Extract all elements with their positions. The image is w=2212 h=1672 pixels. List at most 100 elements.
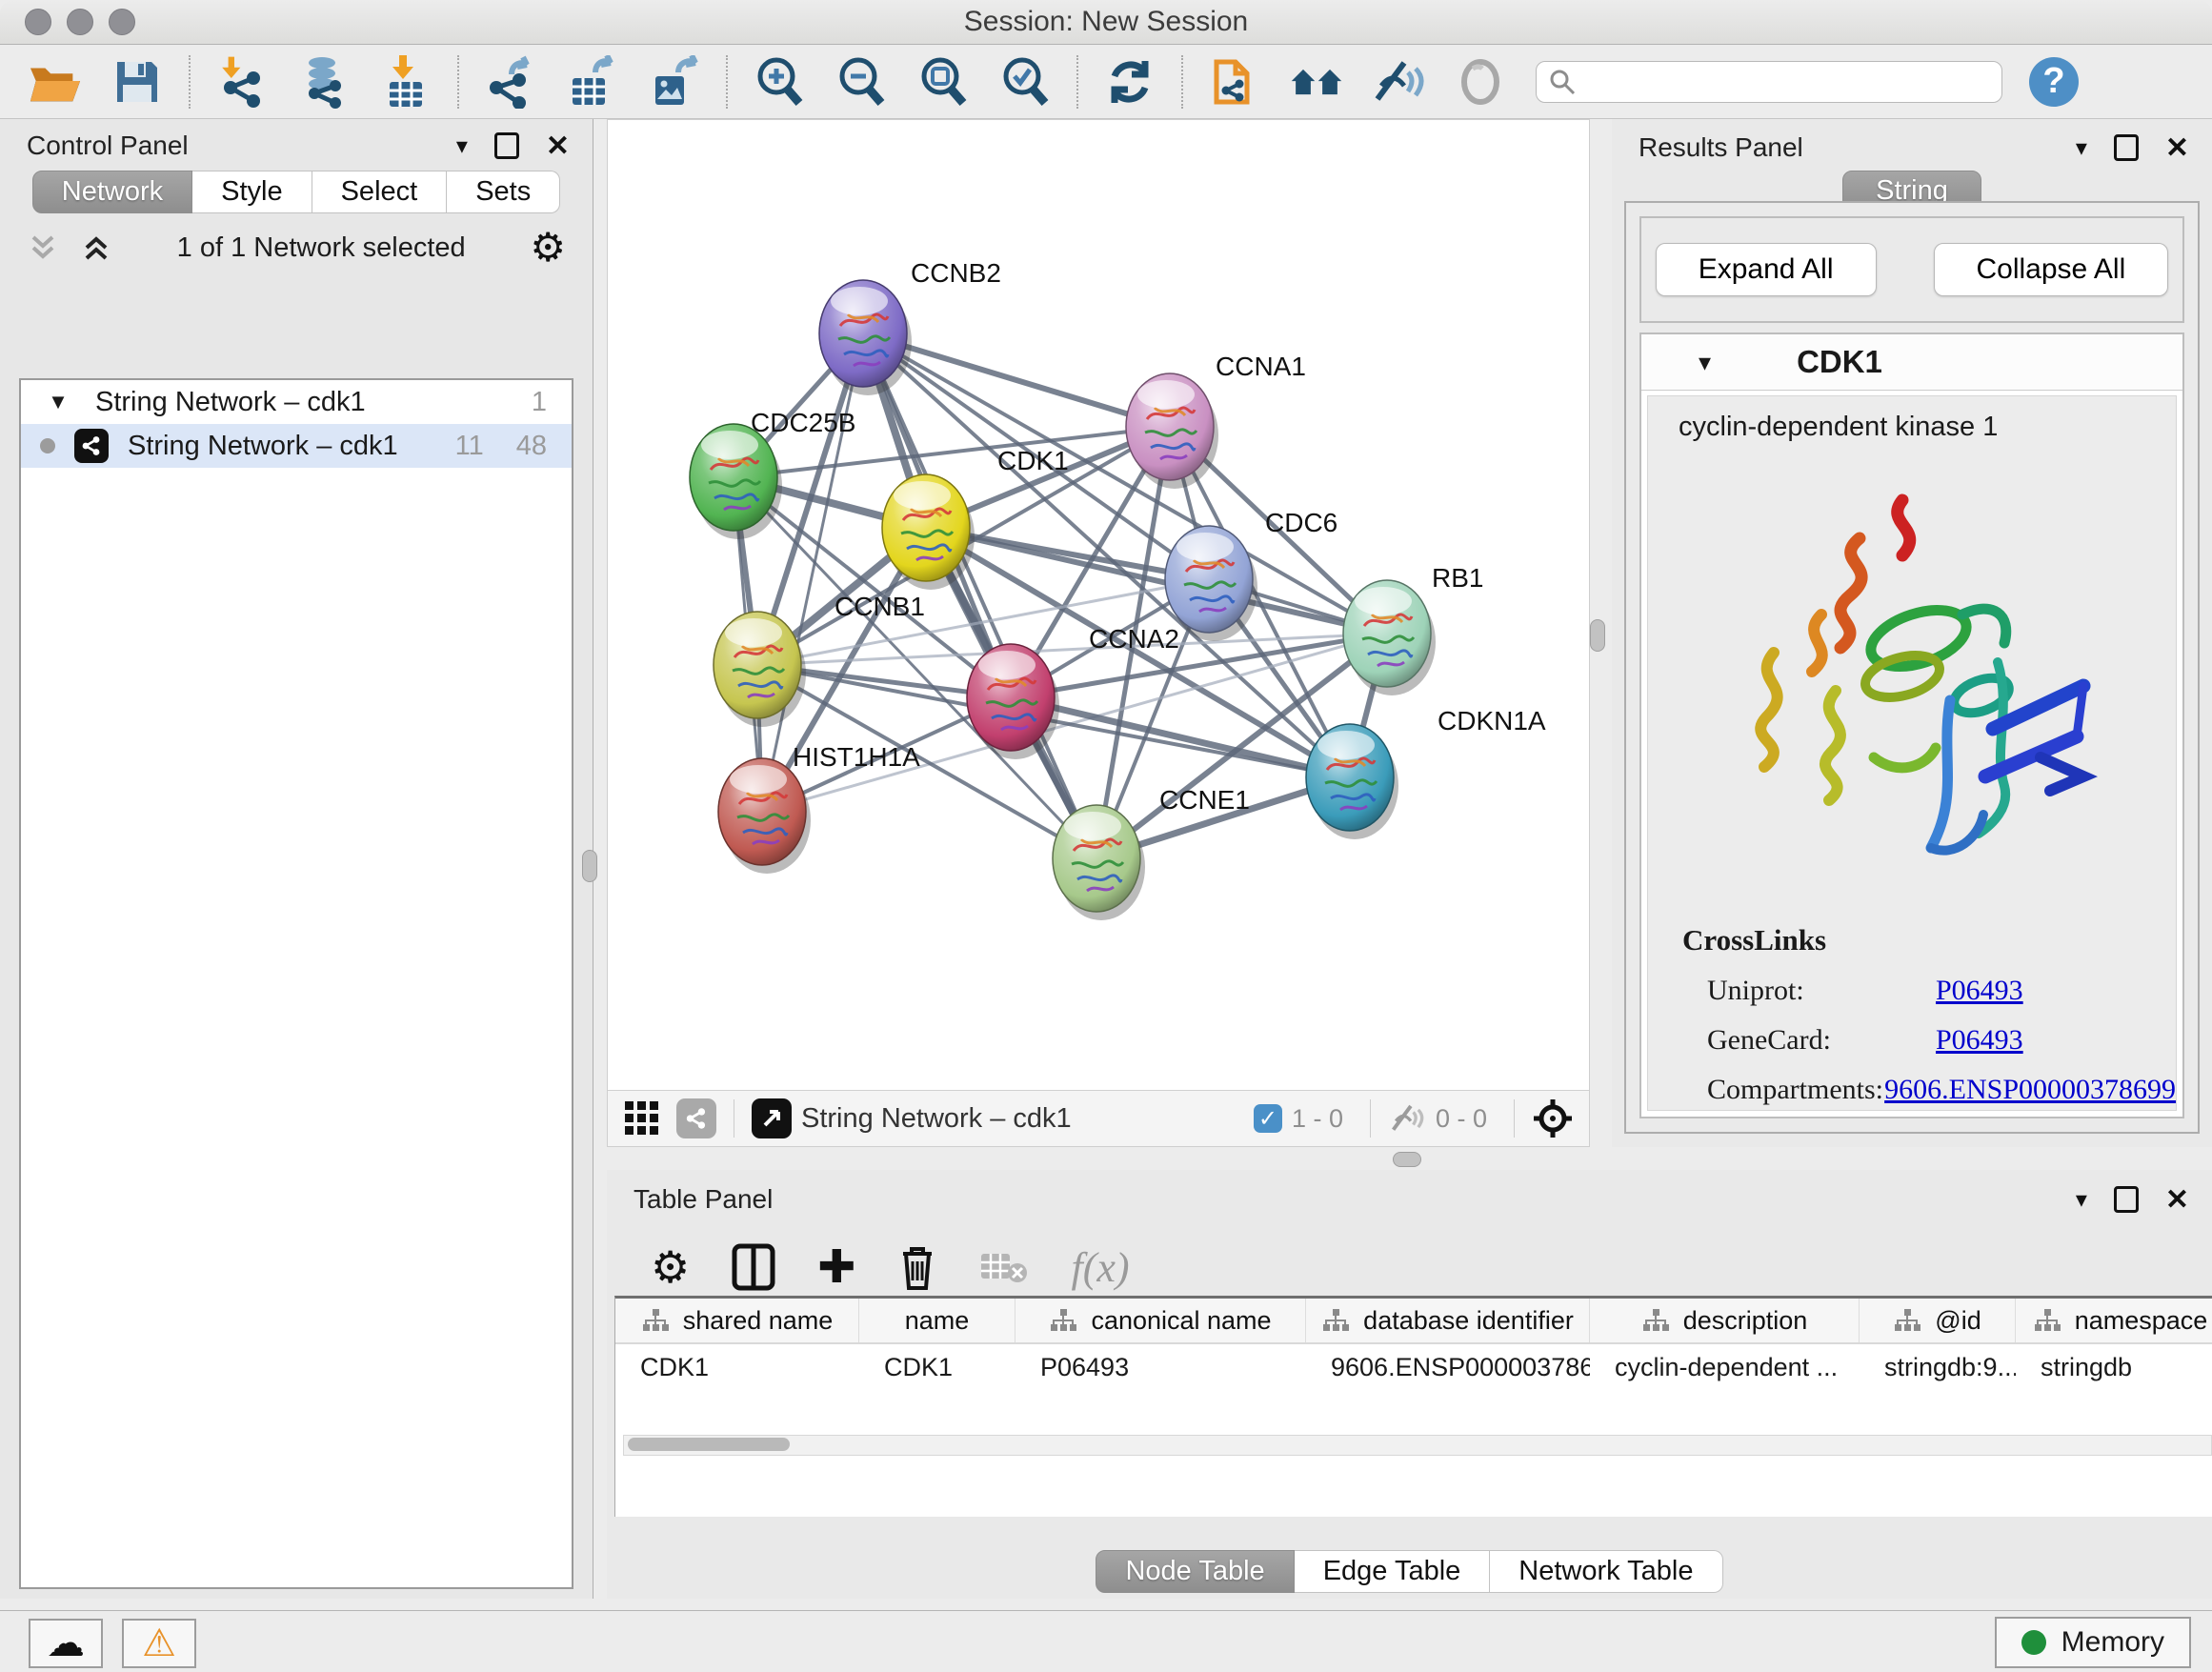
warnings-button[interactable]: ⚠	[122, 1619, 196, 1668]
protein-structure-image	[1707, 472, 2117, 891]
zoom-fit-button[interactable]	[916, 55, 970, 109]
network-row[interactable]: String Network – cdk1 11 48	[21, 424, 572, 468]
edge-CCNB2-HIST1H1A[interactable]	[762, 333, 863, 812]
column-header-shared-name[interactable]: shared name	[615, 1299, 859, 1342]
export-network-button[interactable]	[484, 55, 537, 109]
table-cell[interactable]: cyclin-dependent ...	[1590, 1353, 1860, 1382]
close-panel-icon[interactable]: ✕	[2165, 131, 2189, 165]
cloud-status-button[interactable]: ☁	[29, 1619, 103, 1668]
table-row[interactable]: CDK1CDK1P064939606.ENSP00000378699cyclin…	[615, 1344, 2212, 1390]
horizontal-scrollbar[interactable]	[623, 1435, 2212, 1456]
network-graph[interactable]: CCNB2CCNA1CDC25BCDK1CDC6RB1CCNB1CCNA2CDK…	[608, 120, 1589, 1091]
show-details-button[interactable]	[1454, 55, 1507, 109]
undock-panel-icon[interactable]	[2114, 1186, 2139, 1213]
memory-button[interactable]: Memory	[1995, 1617, 2191, 1668]
crosslink-link[interactable]: P06493	[1936, 975, 2023, 1007]
tab-sets[interactable]: Sets	[447, 171, 560, 213]
entry-expander-icon[interactable]: ▾	[1699, 348, 1711, 377]
right-splitter-handle[interactable]	[1590, 619, 1605, 652]
current-network-dot-icon	[21, 437, 74, 454]
hide-details-button[interactable]	[1372, 55, 1425, 109]
import-table-icon	[382, 55, 430, 109]
crosslink-link[interactable]: P06493	[1936, 1024, 2023, 1057]
zoom-in-button[interactable]	[753, 55, 806, 109]
tab-style[interactable]: Style	[192, 171, 312, 213]
export-table-button[interactable]	[566, 55, 619, 109]
column-header-description[interactable]: description	[1590, 1299, 1860, 1342]
show-columns-icon[interactable]	[732, 1242, 775, 1292]
delete-column-icon[interactable]	[897, 1242, 937, 1292]
tab-edge-table[interactable]: Edge Table	[1295, 1550, 1491, 1593]
column-header-canonical-name[interactable]: canonical name	[1016, 1299, 1306, 1342]
node-RB1[interactable]: RB1	[1343, 563, 1483, 695]
column-header-name[interactable]: name	[859, 1299, 1016, 1342]
table-cell[interactable]: stringdb	[2016, 1353, 2212, 1382]
tab-select[interactable]: Select	[312, 171, 448, 213]
import-network-button[interactable]	[215, 55, 269, 109]
hidden-eye-slash-icon	[1388, 1102, 1426, 1135]
node-HIST1H1A[interactable]: HIST1H1A	[718, 742, 920, 874]
table-cell[interactable]: stringdb:9...	[1860, 1353, 2016, 1382]
network-canvas[interactable]: CCNB2CCNA1CDC25BCDK1CDC6RB1CCNB1CCNA2CDK…	[607, 119, 1590, 1147]
export-image-button[interactable]	[648, 55, 701, 109]
grid-view-icon[interactable]	[623, 1099, 661, 1138]
string-view-icon[interactable]	[676, 1098, 716, 1138]
apply-style-button[interactable]	[1103, 55, 1156, 109]
network-collection-row[interactable]: ▼ String Network – cdk1 1	[21, 380, 572, 424]
create-column-icon[interactable]: ✚	[817, 1240, 855, 1294]
collapse-all-button[interactable]: Collapse All	[1934, 243, 2169, 296]
left-splitter-handle[interactable]	[582, 850, 597, 882]
results-panel-title: Results Panel	[1639, 132, 1803, 163]
open-session-button[interactable]	[29, 55, 82, 109]
toolbar-separator	[726, 55, 728, 109]
help-button[interactable]: ?	[2029, 57, 2079, 107]
search-input[interactable]	[1586, 66, 2001, 97]
expand-all-button[interactable]: Expand All	[1656, 243, 1877, 296]
shared-column-icon	[1321, 1308, 1350, 1333]
tab-network[interactable]: Network	[32, 171, 192, 213]
column-header-namespace[interactable]: namespace	[2016, 1299, 2212, 1342]
cloud-icon: ☁	[47, 1624, 85, 1662]
network-options-gear-icon[interactable]: ⚙	[530, 228, 566, 268]
undock-panel-icon[interactable]	[2114, 134, 2139, 161]
expand-all-networks-icon[interactable]	[80, 232, 112, 264]
first-neighbors-button[interactable]	[1208, 55, 1261, 109]
close-panel-icon[interactable]: ✕	[546, 130, 570, 163]
collection-expander-icon[interactable]: ▼	[21, 390, 95, 414]
table-toolbar: ⚙ ✚ f(x)	[651, 1237, 2212, 1298]
undock-panel-icon[interactable]	[494, 132, 519, 159]
column-header--id[interactable]: @id	[1860, 1299, 2016, 1342]
horizontal-splitter-handle[interactable]	[1393, 1152, 1421, 1167]
tab-node-table[interactable]: Node Table	[1096, 1550, 1294, 1593]
import-table-button[interactable]	[379, 55, 432, 109]
crosshair-icon[interactable]	[1532, 1098, 1574, 1139]
node-CCNE1[interactable]: CCNE1	[1053, 785, 1250, 920]
close-panel-icon[interactable]: ✕	[2165, 1183, 2189, 1217]
home-button[interactable]	[1290, 55, 1343, 109]
crosslink-link[interactable]: 9606.ENSP00000378699	[1884, 1074, 2176, 1106]
import-database-button[interactable]	[297, 55, 351, 109]
node-CDKN1A[interactable]: CDKN1A	[1306, 706, 1546, 839]
gene-entry-header[interactable]: ▾ CDK1	[1641, 334, 2182, 391]
table-cell[interactable]: P06493	[1016, 1353, 1306, 1382]
table-cell[interactable]: CDK1	[615, 1353, 859, 1382]
shared-column-icon	[641, 1308, 670, 1333]
column-header-database-identifier[interactable]: database identifier	[1306, 1299, 1590, 1342]
float-panel-icon[interactable]: ▾	[456, 132, 468, 160]
selected-checkbox-icon[interactable]: ✓	[1254, 1104, 1282, 1133]
table-options-gear-icon[interactable]: ⚙	[651, 1241, 690, 1293]
crosslink-label: Uniprot:	[1707, 975, 1936, 1007]
node-CDC6[interactable]: CDC6	[1165, 508, 1337, 641]
tab-network-table[interactable]: Network Table	[1490, 1550, 1722, 1593]
collapse-all-networks-icon[interactable]	[27, 232, 59, 264]
zoom-out-button[interactable]	[835, 55, 888, 109]
scrollbar-thumb[interactable]	[628, 1438, 790, 1451]
table-cell[interactable]: CDK1	[859, 1353, 1016, 1382]
float-panel-icon[interactable]: ▾	[2076, 134, 2087, 162]
zoom-selected-button[interactable]	[998, 55, 1052, 109]
zoom-selected-icon	[999, 55, 1051, 109]
save-session-button[interactable]	[111, 55, 164, 109]
table-cell[interactable]: 9606.ENSP00000378699	[1306, 1353, 1590, 1382]
birdseye-view-icon[interactable]	[752, 1098, 792, 1138]
float-panel-icon[interactable]: ▾	[2076, 1186, 2087, 1214]
